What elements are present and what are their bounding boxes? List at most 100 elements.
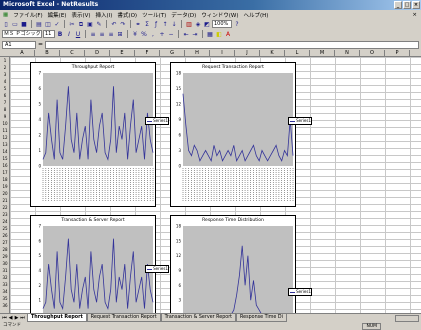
row-header-25[interactable]: 25 (0, 225, 10, 232)
menu-help[interactable]: ヘルプ(H) (242, 11, 269, 19)
decrease-decimal-icon[interactable]: − (167, 30, 175, 38)
document-close-icon[interactable]: × (411, 12, 418, 18)
row-header-2[interactable]: 2 (0, 64, 10, 71)
row-header-33[interactable]: 33 (0, 281, 10, 288)
spell-check-icon[interactable]: ✓ (53, 20, 61, 28)
tab-transaction-server-report[interactable]: Transaction & Server Report (160, 314, 237, 322)
column-header-h[interactable]: H (185, 50, 210, 57)
row-header-32[interactable]: 32 (0, 274, 10, 281)
menu-format[interactable]: 書式(O) (116, 11, 138, 19)
comma-icon[interactable]: , (149, 30, 157, 38)
sort-ascending-icon[interactable]: ↑ (161, 20, 169, 28)
fill-color-icon[interactable]: ◧ (215, 30, 223, 38)
menu-window[interactable]: ウィンドウ(W) (200, 11, 239, 19)
column-header-f[interactable]: F (135, 50, 160, 57)
row-header-15[interactable]: 15 (0, 155, 10, 162)
row-header-13[interactable]: 13 (0, 141, 10, 148)
row-header-16[interactable]: 16 (0, 162, 10, 169)
print-icon[interactable]: ▤ (35, 20, 43, 28)
menu-tools[interactable]: ツール(T) (141, 11, 167, 19)
column-header-i[interactable]: I (210, 50, 235, 57)
row-header-31[interactable]: 31 (0, 267, 10, 274)
autosum-icon[interactable]: Σ (143, 20, 151, 28)
row-header-1[interactable]: 1 (0, 57, 10, 64)
chart-legend[interactable]: Series1 (145, 117, 169, 125)
align-center-icon[interactable]: ≡ (98, 30, 106, 38)
chart-transaction-server[interactable]: Transaction & Server Report 0124567 (30, 215, 156, 313)
bold-icon[interactable]: B (56, 30, 64, 38)
next-sheet-icon[interactable]: ▶ (14, 315, 19, 321)
row-header-3[interactable]: 3 (0, 71, 10, 78)
chart-legend[interactable]: Series1 (145, 265, 169, 273)
name-box[interactable]: A1 (2, 40, 36, 49)
menu-data[interactable]: データ(D) (170, 11, 197, 19)
column-header-k[interactable]: K (260, 50, 285, 57)
row-header-29[interactable]: 29 (0, 253, 10, 260)
row-header-10[interactable]: 10 (0, 120, 10, 127)
row-header-36[interactable]: 36 (0, 302, 10, 309)
formula-input[interactable] (45, 40, 419, 49)
first-sheet-icon[interactable]: ⏮ (2, 315, 7, 321)
horizontal-scrollbar[interactable] (395, 314, 419, 322)
row-header-26[interactable]: 26 (0, 232, 10, 239)
row-header-35[interactable]: 35 (0, 295, 10, 302)
column-header-c[interactable]: C (60, 50, 85, 57)
row-header-11[interactable]: 11 (0, 127, 10, 134)
merge-center-icon[interactable]: ⊞ (116, 30, 124, 38)
row-header-23[interactable]: 23 (0, 211, 10, 218)
row-header-12[interactable]: 12 (0, 134, 10, 141)
row-header-30[interactable]: 30 (0, 260, 10, 267)
row-header-7[interactable]: 7 (0, 99, 10, 106)
row-header-4[interactable]: 4 (0, 78, 10, 85)
column-header-e[interactable]: E (110, 50, 135, 57)
row-header-17[interactable]: 17 (0, 169, 10, 176)
row-header-18[interactable]: 18 (0, 176, 10, 183)
column-header-g[interactable]: G (160, 50, 185, 57)
font-name-select[interactable]: ＭＳ Ｐゴシック (2, 30, 42, 38)
drawing-icon[interactable]: ◩ (203, 20, 211, 28)
excel-doc-icon[interactable]: ▦ (2, 12, 9, 18)
hyperlink-icon[interactable]: ⚭ (134, 20, 142, 28)
row-header-6[interactable]: 6 (0, 92, 10, 99)
open-icon[interactable]: ▭ (11, 20, 19, 28)
zoom-select[interactable]: 100% (212, 20, 232, 28)
row-header-27[interactable]: 27 (0, 239, 10, 246)
menu-edit[interactable]: 編集(E) (47, 11, 68, 19)
column-header-a[interactable]: A (10, 50, 35, 57)
increase-decimal-icon[interactable]: + (158, 30, 166, 38)
row-header-21[interactable]: 21 (0, 197, 10, 204)
chart-response-time[interactable]: Response Time Distribution 0369121518 (170, 215, 296, 313)
chart-throughput[interactable]: Throughput Report 0124567 (30, 62, 156, 207)
align-right-icon[interactable]: ≡ (107, 30, 115, 38)
format-painter-icon[interactable]: ✎ (95, 20, 103, 28)
tab-throughput-report[interactable]: Throughput Report (27, 314, 87, 322)
menu-insert[interactable]: 挿入(I) (95, 11, 114, 19)
tab-response-time[interactable]: Response Time Di (236, 314, 287, 322)
maximize-icon[interactable]: □ (403, 1, 411, 9)
row-header-22[interactable]: 22 (0, 204, 10, 211)
decrease-indent-icon[interactable]: ⇤ (182, 30, 190, 38)
italic-icon[interactable]: I (65, 30, 73, 38)
row-header-28[interactable]: 28 (0, 246, 10, 253)
column-header-p[interactable]: P (385, 50, 410, 57)
menu-view[interactable]: 表示(V) (70, 11, 91, 19)
redo-icon[interactable]: ↷ (119, 20, 127, 28)
undo-icon[interactable]: ↶ (110, 20, 118, 28)
last-sheet-icon[interactable]: ⏭ (20, 315, 25, 321)
row-header-14[interactable]: 14 (0, 148, 10, 155)
menu-file[interactable]: ファイル(F) (12, 11, 43, 19)
currency-icon[interactable]: ¥ (131, 30, 139, 38)
font-size-select[interactable]: 11 (43, 30, 55, 38)
percent-icon[interactable]: % (140, 30, 148, 38)
save-icon[interactable]: ■ (20, 20, 28, 28)
chart-wizard-icon[interactable]: ▥ (185, 20, 193, 28)
worksheet-grid[interactable]: ABCDEFGHIJKLMNOP 1 2 3 4 5 6 7 8 9 10 11 12 13 14 15 16… (0, 50, 421, 313)
row-header-24[interactable]: 24 (0, 218, 10, 225)
minimize-icon[interactable]: _ (394, 1, 402, 9)
column-header-j[interactable]: J (235, 50, 260, 57)
column-header-o[interactable]: O (360, 50, 385, 57)
column-header-n[interactable]: N (335, 50, 360, 57)
copy-icon[interactable]: ⧉ (77, 20, 85, 28)
map-icon[interactable]: ◈ (194, 20, 202, 28)
paste-icon[interactable]: ▣ (86, 20, 94, 28)
